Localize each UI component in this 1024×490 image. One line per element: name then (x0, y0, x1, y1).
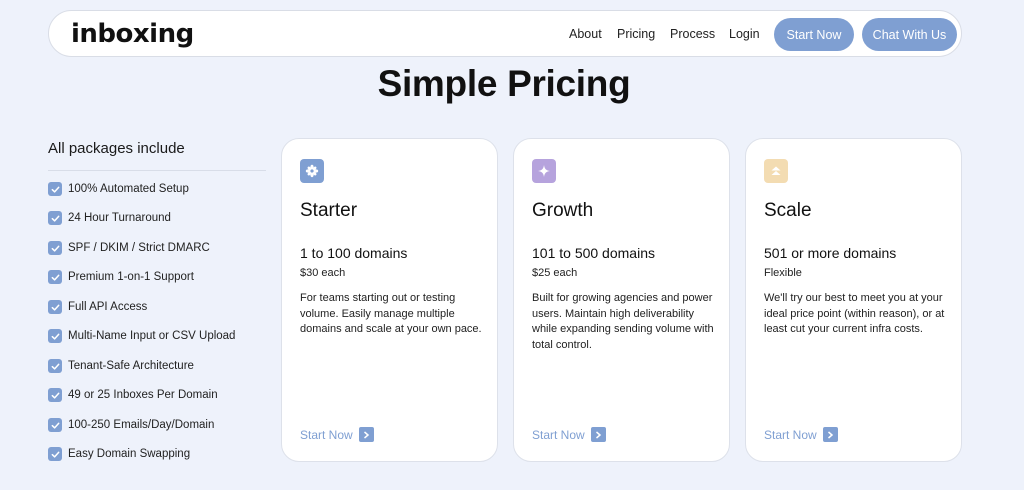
checkbox-icon (48, 388, 62, 402)
plan-range: 501 or more domains (764, 245, 897, 261)
includes-title: All packages include (48, 140, 185, 157)
start-now-button[interactable]: Start Now (774, 18, 854, 51)
cta-label: Start Now (764, 427, 817, 442)
feature-item: 100% Automated Setup (48, 181, 189, 197)
checkbox-icon (48, 300, 62, 314)
plan-card-starter: Starter 1 to 100 domains $30 each For te… (281, 138, 498, 462)
checkbox-icon (48, 447, 62, 461)
nav-link-pricing[interactable]: Pricing (617, 27, 655, 41)
brand-logo[interactable]: inboxing (71, 19, 194, 49)
checkbox-icon (48, 211, 62, 225)
plan-description: Built for growing agencies and power use… (532, 292, 714, 351)
divider (48, 170, 266, 171)
sparkle-icon (532, 159, 556, 183)
plan-price: $25 each (532, 267, 578, 279)
nav-link-about[interactable]: About (569, 27, 602, 41)
plan-price: Flexible (764, 267, 802, 279)
feature-item: 100-250 Emails/Day/Domain (48, 417, 214, 433)
feature-item: Tenant-Safe Architecture (48, 358, 194, 374)
feature-item: Easy Domain Swapping (48, 446, 190, 462)
feature-label: 24 Hour Turnaround (68, 212, 171, 224)
plan-range: 101 to 500 domains (532, 245, 655, 261)
checkbox-icon (48, 359, 62, 373)
starter-start-now-link[interactable]: Start Now (300, 427, 374, 442)
flower-icon (300, 159, 324, 183)
scale-start-now-link[interactable]: Start Now (764, 427, 838, 442)
chevron-right-icon (822, 427, 838, 442)
page-title: Simple Pricing (377, 63, 631, 104)
chevron-right-icon (358, 427, 374, 442)
nav-link-login[interactable]: Login (729, 27, 760, 41)
feature-label: SPF / DKIM / Strict DMARC (68, 242, 210, 254)
checkbox-icon (48, 270, 62, 284)
feature-label: 100% Automated Setup (68, 183, 189, 195)
feature-label: Multi-Name Input or CSV Upload (68, 330, 236, 342)
plan-name: Growth (532, 200, 594, 221)
plan-description: For teams starting out or testing volume… (300, 292, 482, 335)
feature-label: Full API Access (68, 301, 148, 313)
double-chevron-up-icon (764, 159, 788, 183)
top-nav: inboxing About Pricing Process Login Sta… (48, 10, 962, 57)
feature-label: 49 or 25 Inboxes Per Domain (68, 389, 218, 401)
feature-label: 100-250 Emails/Day/Domain (68, 419, 215, 431)
feature-item: Full API Access (48, 299, 147, 315)
feature-label: Easy Domain Swapping (68, 448, 191, 460)
nav-link-process[interactable]: Process (670, 27, 715, 41)
plan-price: $30 each (300, 267, 346, 279)
checkbox-icon (48, 329, 62, 343)
feature-item: 49 or 25 Inboxes Per Domain (48, 387, 218, 403)
plan-card-growth: Growth 101 to 500 domains $25 each Built… (513, 138, 730, 462)
checkbox-icon (48, 418, 62, 432)
chevron-right-icon (590, 427, 606, 442)
plan-card-scale: Scale 501 or more domains Flexible We'll… (745, 138, 962, 462)
feature-item: 24 Hour Turnaround (48, 210, 171, 226)
chat-with-us-button[interactable]: Chat With Us (862, 18, 957, 51)
plan-description: We'll try our best to meet you at your i… (764, 292, 945, 335)
plan-range: 1 to 100 domains (300, 245, 408, 261)
plan-name: Starter (300, 200, 358, 221)
plan-name: Scale (764, 200, 812, 221)
checkbox-icon (48, 182, 62, 196)
feature-item: SPF / DKIM / Strict DMARC (48, 240, 210, 256)
cta-label: Start Now (532, 427, 585, 442)
feature-item: Multi-Name Input or CSV Upload (48, 328, 235, 344)
feature-label: Tenant-Safe Architecture (68, 360, 194, 372)
checkbox-icon (48, 241, 62, 255)
feature-item: Premium 1-on-1 Support (48, 269, 194, 285)
cta-label: Start Now (300, 427, 353, 442)
feature-label: Premium 1-on-1 Support (68, 271, 194, 283)
growth-start-now-link[interactable]: Start Now (532, 427, 606, 442)
